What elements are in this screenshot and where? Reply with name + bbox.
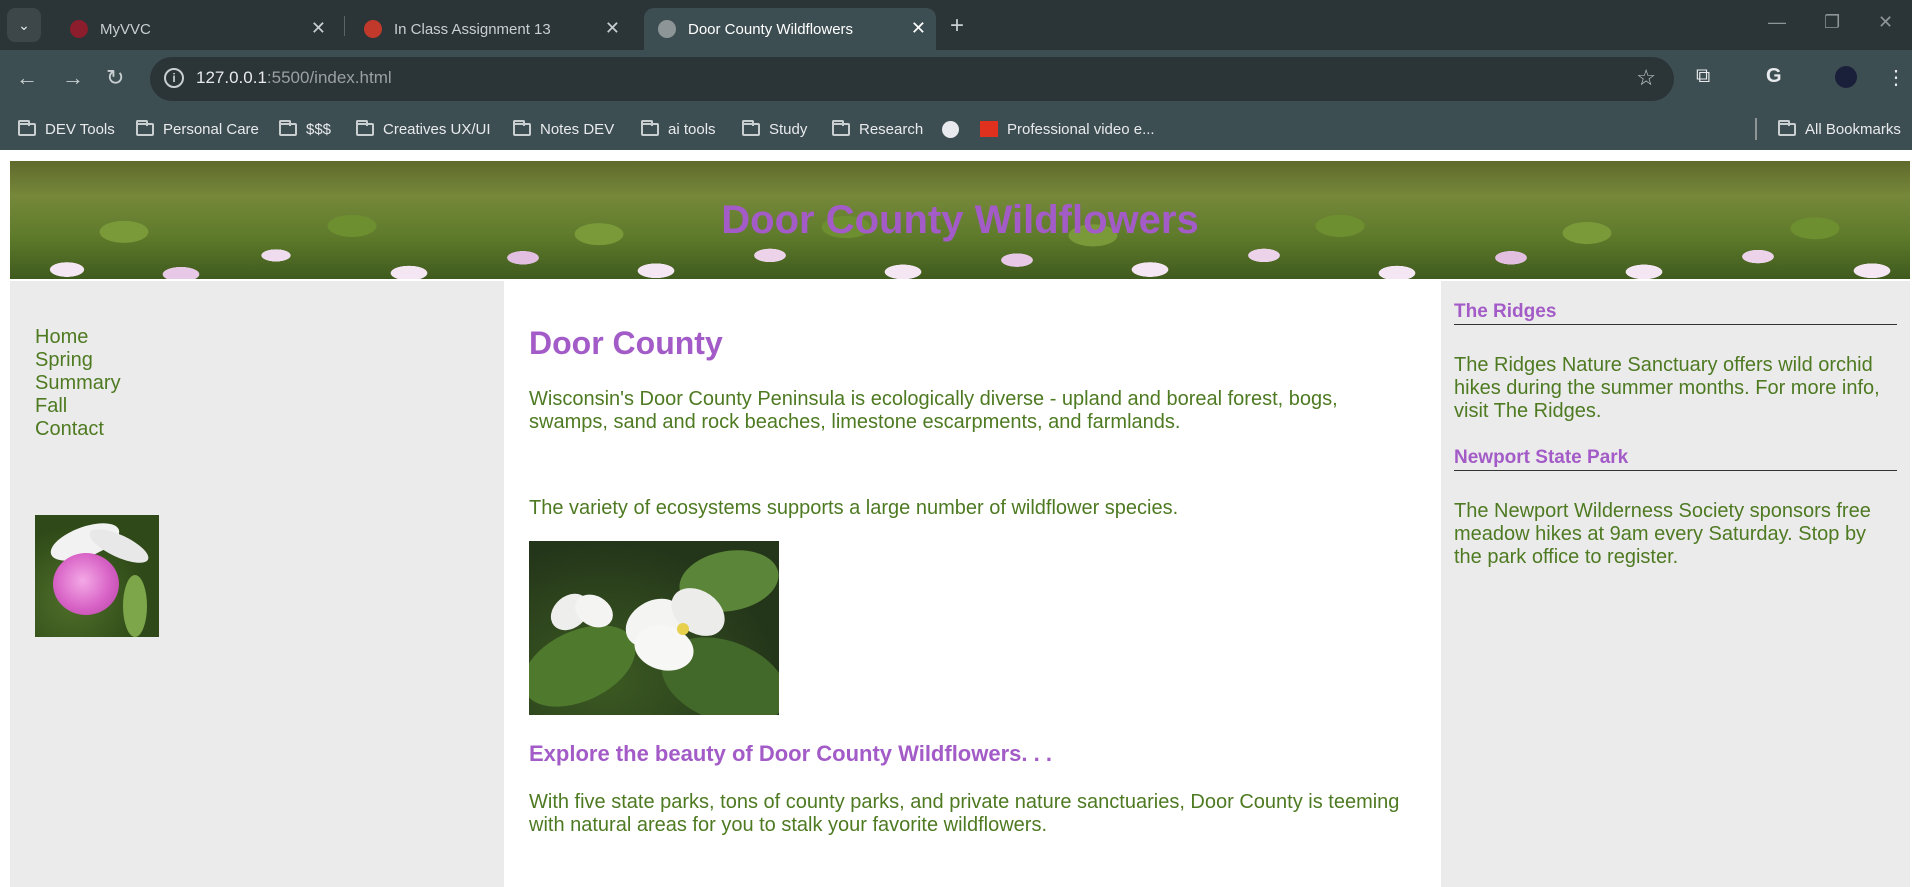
folder-icon [1778, 119, 1796, 136]
nav-item-fall[interactable]: Fall [35, 395, 121, 418]
right-sidebar: The Ridges The Ridges Nature Sanctuary o… [1441, 281, 1910, 887]
nav-item-contact[interactable]: Contact [35, 418, 121, 441]
address-bar[interactable]: i 127.0.0.1:5500/index.html ☆ [150, 57, 1674, 101]
tab-myvvc[interactable]: MyVVC ✕ [56, 8, 336, 50]
web-page: Door County Wildflowers Home Spring Summ… [0, 150, 1912, 887]
new-tab-icon[interactable]: + [950, 12, 964, 40]
tab-search-icon[interactable]: ⌄ [7, 8, 41, 42]
ridges-heading: The Ridges [1454, 301, 1897, 325]
minimize-icon[interactable]: — [1768, 12, 1786, 33]
bookmark-personal-care[interactable]: Personal Care [136, 117, 259, 141]
newport-heading: Newport State Park [1454, 447, 1897, 471]
tab-title: MyVVC [100, 20, 151, 38]
header-banner: Door County Wildflowers [10, 161, 1910, 279]
folder-icon [742, 119, 760, 136]
nav-list: Home Spring Summary Fall Contact [35, 326, 121, 441]
bookmark-study[interactable]: Study [742, 117, 807, 141]
bookmarks-bar: DEV Tools Personal Care $$$ Creatives UX… [0, 108, 1912, 150]
adobe-icon [980, 121, 998, 137]
close-icon[interactable]: ✕ [605, 19, 620, 37]
bookmark-money[interactable]: $$$ [279, 117, 331, 141]
ecosystem-paragraph: The variety of ecosystems supports a lar… [529, 497, 1179, 519]
close-icon[interactable]: ✕ [911, 19, 926, 37]
folder-icon [356, 119, 374, 136]
bookmark-ai-tools[interactable]: ai tools [641, 117, 716, 141]
main-heading: Door County [529, 325, 723, 361]
bookmark-all[interactable]: All Bookmarks [1778, 117, 1901, 141]
main-content: Door County Wisconsin's Door County Peni… [504, 281, 1441, 887]
bookmark-dev-tools[interactable]: DEV Tools [18, 117, 115, 141]
url-text[interactable]: 127.0.0.1:5500/index.html [196, 68, 392, 88]
folder-icon [641, 119, 659, 136]
tab-assignment[interactable]: In Class Assignment 13 ✕ [350, 8, 630, 50]
tab-bar: ⌄ MyVVC ✕ In Class Assignment 13 ✕ Door … [0, 0, 1912, 50]
restore-icon[interactable]: ❐ [1824, 12, 1840, 33]
close-icon[interactable]: ✕ [311, 19, 326, 37]
ridges-text: The Ridges Nature Sanctuary offers wild … [1454, 354, 1880, 422]
trillium-image [529, 541, 779, 715]
tab-divider [344, 16, 345, 36]
orchid-image [35, 515, 159, 637]
folder-icon [279, 119, 297, 136]
back-icon[interactable]: ← [16, 66, 38, 90]
site-title: Door County Wildflowers [721, 198, 1199, 242]
menu-icon[interactable]: ⋮ [1886, 65, 1906, 90]
bookmark-star-icon[interactable]: ☆ [1636, 65, 1656, 91]
browser-toolbar: ← → ↻ i 127.0.0.1:5500/index.html ☆ ⧉ G … [0, 50, 1912, 108]
forward-icon[interactable]: → [62, 66, 84, 90]
parks-paragraph: With five state parks, tons of county pa… [529, 791, 1400, 836]
nav-item-home[interactable]: Home [35, 326, 121, 349]
newport-text: The Newport Wilderness Society sponsors … [1454, 500, 1871, 568]
bookmarks-divider [1755, 118, 1757, 140]
bookmark-notes-dev[interactable]: Notes DEV [513, 117, 614, 141]
favicon-icon [364, 20, 382, 38]
intro-paragraph: Wisconsin's Door County Peninsula is eco… [529, 388, 1338, 433]
nav-item-spring[interactable]: Spring [35, 349, 121, 372]
site-info-icon[interactable]: i [164, 68, 184, 88]
left-sidebar: Home Spring Summary Fall Contact [10, 281, 504, 887]
bookmark-research[interactable]: Research [832, 117, 923, 141]
favicon-icon [70, 20, 88, 38]
nav-item-summary[interactable]: Summary [35, 372, 121, 395]
reload-icon[interactable]: ↻ [106, 66, 124, 90]
globe-icon [658, 20, 676, 38]
folder-icon [832, 119, 850, 136]
tab-title: In Class Assignment 13 [394, 20, 551, 38]
extensions-icon[interactable]: ⧉ [1696, 65, 1710, 88]
bookmark-creatives[interactable]: Creatives UX/UI [356, 117, 491, 141]
bookmark-professional-video[interactable]: Professional video e... [980, 117, 1155, 141]
window-close-icon[interactable]: ✕ [1878, 12, 1893, 33]
folder-icon [136, 119, 154, 136]
profile-icon[interactable] [1835, 66, 1857, 88]
explore-heading: Explore the beauty of Door County Wildfl… [529, 741, 1052, 766]
tab-title: Door County Wildflowers [688, 20, 854, 38]
google-icon[interactable]: G [1766, 65, 1782, 88]
folder-icon [513, 119, 531, 136]
bookmark-globe[interactable] [942, 117, 959, 141]
tab-door-county[interactable]: Door County Wildflowers ✕ [644, 8, 936, 50]
globe-icon [942, 120, 959, 138]
folder-icon [18, 119, 36, 136]
